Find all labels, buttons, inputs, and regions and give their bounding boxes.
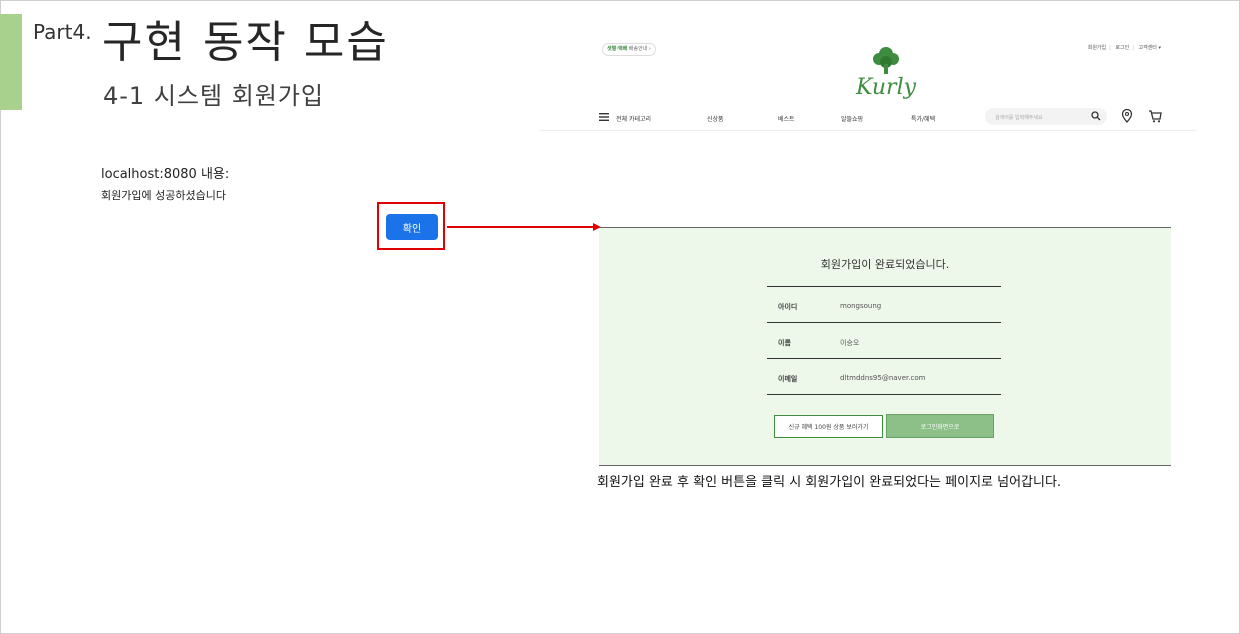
info-value: 이승오: [840, 339, 860, 347]
alert-message: 회원가입에 성공하셨습니다: [101, 189, 226, 202]
customer-center-link[interactable]: 고객센터 ▾: [1139, 45, 1162, 51]
nav-special-deals[interactable]: 특가/혜택: [911, 114, 935, 123]
info-label: 이름: [778, 339, 791, 347]
signup-complete-panel: 회원가입이 완료되었습니다. 아이디 mongsoung 이름 이승오 이메일 …: [599, 227, 1171, 466]
page-subtitle: 4-1 시스템 회원가입: [103, 82, 325, 110]
shipping-badge-text: 배송안내 ›: [628, 46, 651, 52]
link-divider: |: [1109, 45, 1111, 51]
go-to-login-button[interactable]: 로그인화면으로: [886, 414, 994, 438]
signup-complete-title: 회원가입이 완료되었습니다.: [820, 258, 950, 271]
hamburger-menu-icon[interactable]: [599, 113, 609, 121]
part-label: Part4.: [33, 20, 92, 44]
cart-icon[interactable]: [1148, 109, 1162, 123]
category-nav: 전체 카테고리 신상품 베스트 알뜰쇼핑 특가/혜택 검색어를 입력해주세요: [540, 108, 1196, 126]
search-placeholder: 검색어를 입력해주세요: [995, 115, 1043, 121]
search-icon[interactable]: [1091, 111, 1101, 121]
page-title: 구현 동작 모습: [102, 17, 389, 68]
top-links: 회원가입 | 로그인 | 고객센터 ▾: [1085, 44, 1164, 51]
info-value: dltmddns95@naver.com: [840, 374, 926, 382]
link-divider: |: [1132, 45, 1134, 51]
nav-all-category[interactable]: 전체 카테고리: [616, 114, 651, 123]
kurly-header: 샛별·택배 배송안내 › Kurly 회원가입 | 로그인 | 고객센터 ▾ 전체 …: [540, 36, 1196, 131]
nav-best[interactable]: 베스트: [778, 114, 795, 123]
alert-ok-button[interactable]: 확인: [386, 214, 438, 240]
arrow-connector: [447, 226, 595, 228]
shipping-badge-strong: 샛별·택배: [607, 46, 628, 52]
info-row-email: 이메일 dltmddns95@naver.com: [767, 359, 1001, 395]
signup-link[interactable]: 회원가입: [1088, 45, 1106, 51]
login-link[interactable]: 로그인: [1115, 45, 1129, 51]
alert-title: localhost:8080 내용:: [101, 167, 230, 182]
kurly-logo[interactable]: Kurly: [850, 42, 922, 102]
nav-thrifty-shopping[interactable]: 알뜰쇼핑: [841, 114, 863, 123]
info-row-id: 아이디 mongsoung: [767, 287, 1001, 323]
info-label: 아이디: [778, 303, 798, 311]
info-value: mongsoung: [840, 302, 882, 310]
slide-caption: 회원가입 완료 후 확인 버튼을 클릭 시 회원가입이 완료되었다는 페이지로 …: [597, 475, 1062, 490]
info-row-name: 이름 이승오: [767, 323, 1001, 359]
nav-new-products[interactable]: 신상품: [707, 114, 724, 123]
new-benefit-button[interactable]: 신규 혜택 100원 상품 보러가기: [774, 415, 883, 438]
shipping-badge[interactable]: 샛별·택배 배송안내 ›: [602, 43, 656, 56]
account-info-table: 아이디 mongsoung 이름 이승오 이메일 dltmddns95@nave…: [767, 286, 1001, 395]
kurly-logo-text: Kurly: [855, 75, 917, 100]
search-input[interactable]: 검색어를 입력해주세요: [985, 108, 1107, 125]
location-pin-icon[interactable]: [1121, 109, 1133, 123]
info-label: 이메일: [778, 375, 798, 383]
accent-bar: [0, 14, 22, 110]
